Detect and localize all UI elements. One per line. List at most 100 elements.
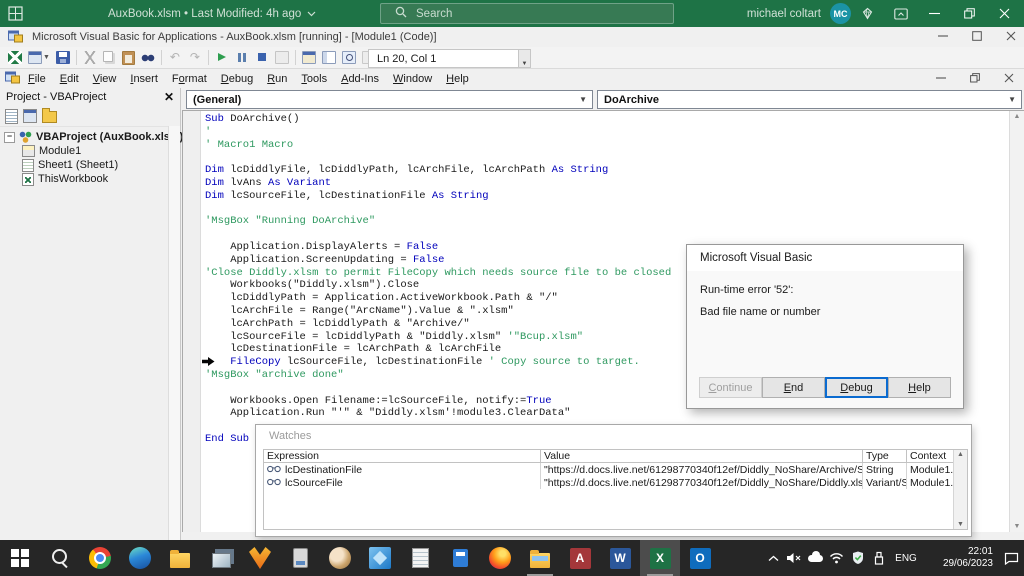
tray-usb-icon[interactable] — [868, 540, 889, 576]
toolbar-undo-icon[interactable] — [165, 49, 185, 67]
toolbar-insert-userform-icon[interactable]: ▼ — [25, 49, 53, 67]
taskbar-folder-icon[interactable] — [160, 540, 200, 576]
continue-button[interactable]: Continue — [699, 377, 762, 398]
project-panel-close-icon[interactable]: ✕ — [164, 90, 174, 104]
toolbar-redo-icon[interactable] — [185, 49, 205, 67]
menu-view[interactable]: View — [86, 73, 124, 85]
language-indicator[interactable]: ENG — [889, 553, 923, 564]
menu-run[interactable]: Run — [260, 73, 294, 85]
taskbar-firefox-icon[interactable] — [480, 540, 520, 576]
toolbar-save-icon[interactable] — [53, 49, 73, 67]
toggle-folders-icon[interactable] — [42, 111, 57, 123]
menu-help[interactable]: Help — [439, 73, 476, 85]
restore-button[interactable] — [952, 0, 987, 27]
menu-add-ins[interactable]: Add-Ins — [334, 73, 386, 85]
minimize-button[interactable] — [917, 0, 952, 27]
toolbar-design-mode-icon[interactable] — [272, 49, 292, 67]
toolbar-find-icon[interactable] — [138, 49, 158, 67]
menu-insert[interactable]: Insert — [123, 73, 165, 85]
view-code-icon[interactable] — [5, 109, 18, 124]
toolbar-run-icon[interactable] — [212, 49, 232, 67]
tray-cloud-icon[interactable] — [805, 540, 826, 576]
time: 22:01 — [968, 546, 993, 557]
toolbar-paste-icon[interactable] — [119, 49, 138, 67]
taskbar-start-icon[interactable] — [0, 540, 40, 576]
document-title[interactable]: AuxBook.xlsm • Last Modified: 4h ago — [108, 0, 316, 27]
taskbar-calculator-icon[interactable] — [440, 540, 480, 576]
toolbar-cut-icon[interactable] — [80, 49, 100, 67]
watch-row[interactable]: lcSourceFile"https://d.docs.live.net/612… — [264, 476, 967, 489]
dialog-title: Microsoft Visual Basic — [687, 245, 963, 271]
toolbar-reset-icon[interactable] — [252, 49, 272, 67]
taskbar-access-icon[interactable] — [560, 540, 600, 576]
tray-volume-mute-icon[interactable] — [784, 540, 805, 576]
taskbar-explorer-icon[interactable] — [520, 540, 560, 576]
vba-maximize-button[interactable] — [972, 28, 982, 46]
toolbar-object-browser-icon[interactable] — [339, 49, 359, 67]
view-object-icon[interactable] — [23, 109, 37, 123]
taskbar-fox-icon[interactable] — [240, 540, 280, 576]
code-window-restore-button[interactable] — [970, 70, 980, 88]
taskbar-search-icon[interactable] — [40, 540, 80, 576]
vba-app-icon — [8, 29, 24, 46]
watches-scrollbar[interactable]: ▲▼ — [953, 450, 967, 529]
toolbar-break-icon[interactable] — [232, 49, 252, 67]
vba-minimize-button[interactable] — [938, 28, 948, 46]
watch-context: Module1.DoAr — [907, 463, 954, 476]
end-button[interactable]: End — [762, 377, 825, 398]
code-window-close-button[interactable] — [1004, 70, 1014, 88]
watch-row[interactable]: lcDestinationFile"https://d.docs.live.ne… — [264, 463, 967, 476]
insert-userform-icon — [28, 51, 42, 64]
tray-chevron-up-icon[interactable] — [763, 540, 784, 576]
watches-column-type: Type — [863, 450, 907, 462]
tree-item-thisworkbook[interactable]: ThisWorkbook — [0, 172, 168, 186]
search-icon — [49, 547, 71, 569]
close-button[interactable] — [987, 0, 1022, 27]
taskbar-outlook-icon[interactable] — [680, 540, 720, 576]
taskbar-word-icon[interactable] — [600, 540, 640, 576]
toolbar-copy-icon[interactable] — [100, 49, 119, 67]
watch-value: "https://d.docs.live.net/61298770340f12e… — [541, 463, 863, 476]
toolbar-overflow-button[interactable]: ▼ — [518, 49, 531, 68]
tree-item-vbaproject[interactable]: −VBAProject (AuxBook.xlsm) — [0, 130, 168, 144]
taskbar-photos-icon[interactable] — [360, 540, 400, 576]
taskbar-edge-icon[interactable] — [120, 540, 160, 576]
avatar[interactable]: MC — [830, 3, 851, 24]
menu-debug[interactable]: Debug — [214, 73, 260, 85]
object-dropdown[interactable]: (General) ▼ — [186, 90, 593, 109]
code-vertical-scrollbar[interactable]: ▲▼ — [1009, 111, 1024, 532]
menu-format[interactable]: Format — [165, 73, 214, 85]
code-window-minimize-button[interactable] — [936, 70, 946, 88]
taskbar-phone-icon[interactable] — [280, 540, 320, 576]
tree-item-module1[interactable]: Module1 — [0, 144, 168, 158]
taskbar-window-stack-icon[interactable] — [200, 540, 240, 576]
taskbar-excel-icon[interactable] — [640, 540, 680, 576]
user-name: michael coltart — [747, 8, 821, 20]
toolbar-properties-window-icon[interactable] — [319, 49, 339, 67]
taskbar-paint-icon[interactable] — [320, 540, 360, 576]
error-message-line1: Run-time error '52': — [700, 284, 793, 296]
menu-tools[interactable]: Tools — [294, 73, 334, 85]
tree-expander[interactable]: − — [4, 132, 15, 143]
toolbar-view-excel-icon[interactable] — [5, 49, 25, 67]
vba-close-button[interactable] — [1006, 28, 1016, 46]
taskbar-notepad-icon[interactable] — [400, 540, 440, 576]
project-panel-scrollbar[interactable] — [168, 126, 180, 540]
search-box[interactable]: Search — [380, 3, 674, 24]
help-button[interactable]: Help — [888, 377, 951, 398]
ribbon-display-options-icon[interactable] — [884, 0, 917, 27]
tray-wifi-icon[interactable] — [826, 540, 847, 576]
procedure-dropdown[interactable]: DoArchive ▼ — [597, 90, 1022, 109]
debug-button[interactable]: Debug — [825, 377, 888, 398]
menu-window[interactable]: Window — [386, 73, 439, 85]
tray-shield-icon[interactable] — [847, 540, 868, 576]
tree-item-sheet1[interactable]: Sheet1 (Sheet1) — [0, 158, 168, 172]
menu-edit[interactable]: Edit — [53, 73, 86, 85]
notification-center-icon[interactable] — [1001, 540, 1022, 576]
error-message-line2: Bad file name or number — [700, 306, 820, 318]
diamond-icon[interactable] — [851, 0, 884, 27]
clock[interactable]: 22:01 29/06/2023 — [931, 546, 993, 570]
menu-file[interactable]: File — [21, 73, 53, 85]
taskbar-chrome-icon[interactable] — [80, 540, 120, 576]
toolbar-project-explorer-icon[interactable] — [299, 49, 319, 67]
